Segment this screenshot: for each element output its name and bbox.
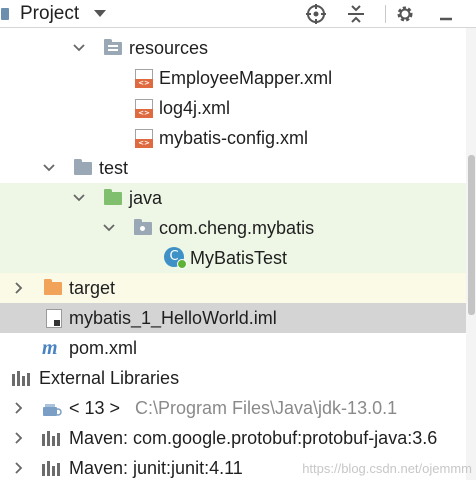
tree-item-label: Maven: junit:junit:4.11 [69, 458, 243, 478]
xml-file-icon [135, 99, 153, 118]
tree-item-resources[interactable]: resources [0, 33, 476, 63]
tree-item-label: EmployeeMapper.xml [159, 68, 333, 88]
xml-file-icon [135, 69, 153, 88]
tree-item-protobuf[interactable]: Maven: com.google.protobuf:protobuf-java… [0, 423, 476, 453]
tree-item-label: log4j.xml [159, 98, 231, 118]
tree-item-label: java [129, 188, 163, 208]
collapse-all-icon[interactable] [346, 4, 366, 24]
project-toolbar: Project [0, 0, 476, 28]
chevron-right-icon[interactable] [12, 431, 26, 445]
tree-item-package[interactable]: com.cheng.mybatis [0, 213, 476, 243]
watermark: https://blog.csdn.net/ojemmm [302, 461, 472, 476]
xml-file-icon [135, 129, 153, 148]
jdk-path: C:\Program Files\Java\jdk-13.0.1 [135, 398, 398, 418]
tree-item-label: pom.xml [69, 338, 138, 358]
tree-item-label: test [99, 158, 129, 178]
test-source-folder-icon [104, 189, 122, 205]
tree-item-label: com.cheng.mybatis [159, 218, 315, 238]
tree-item-java[interactable]: java [0, 183, 476, 213]
project-icon [1, 8, 9, 20]
tree-item-label: < 13 > [69, 398, 121, 418]
jdk-icon [43, 404, 62, 416]
tree-item-target[interactable]: target [0, 273, 476, 303]
maven-icon: m [42, 337, 58, 359]
test-badge-icon [177, 259, 187, 269]
chevron-right-icon[interactable] [12, 401, 26, 415]
tree-item-pom-xml[interactable]: m pom.xml [0, 333, 476, 363]
tree-item-label: Maven: com.google.protobuf:protobuf-java… [69, 428, 438, 448]
chevron-down-icon[interactable] [94, 10, 106, 17]
hide-panel-icon[interactable] [436, 4, 456, 24]
chevron-down-icon[interactable] [42, 161, 56, 175]
chevron-right-icon[interactable] [12, 281, 26, 295]
tree-item-mybatistest[interactable]: C MyBatisTest [0, 243, 476, 273]
tree-item-mybatis-config-xml[interactable]: mybatis-config.xml [0, 123, 476, 153]
locate-icon[interactable] [306, 4, 326, 24]
tree-item-external-libraries[interactable]: External Libraries [0, 363, 476, 393]
chevron-down-icon[interactable] [72, 41, 86, 55]
project-view-title[interactable]: Project [20, 3, 79, 25]
gear-icon[interactable] [395, 4, 415, 24]
library-icon [42, 431, 60, 446]
excluded-folder-icon [44, 279, 62, 295]
tree-item-test[interactable]: test [0, 153, 476, 183]
library-icon [42, 461, 60, 476]
tree-item-label: target [69, 278, 116, 298]
tree-item-label: resources [129, 38, 209, 58]
tree-item-label: mybatis-config.xml [159, 128, 309, 148]
tree-item-iml[interactable]: mybatis_1_HelloWorld.iml [0, 303, 476, 333]
iml-file-icon [46, 309, 62, 328]
package-icon [134, 219, 152, 235]
tree-item-employeemapper-xml[interactable]: EmployeeMapper.xml [0, 63, 476, 93]
chevron-down-icon[interactable] [102, 221, 116, 235]
chevron-right-icon[interactable] [12, 461, 26, 475]
toolbar-divider [385, 5, 386, 23]
folder-icon [74, 159, 92, 175]
tree-item-jdk[interactable]: < 13 > C:\Program Files\Java\jdk-13.0.1 [0, 393, 476, 423]
project-tree: resources EmployeeMapper.xml log4j.xml m… [0, 28, 476, 480]
tree-item-log4j-xml[interactable]: log4j.xml [0, 93, 476, 123]
chevron-down-icon[interactable] [72, 191, 86, 205]
resources-folder-icon [104, 39, 122, 55]
scrollbar-thumb[interactable] [468, 155, 475, 315]
tree-item-label: mybatis_1_HelloWorld.iml [69, 308, 277, 328]
tree-item-label: External Libraries [39, 368, 180, 388]
tree-item-label: MyBatisTest [190, 248, 288, 268]
library-icon [12, 371, 30, 386]
